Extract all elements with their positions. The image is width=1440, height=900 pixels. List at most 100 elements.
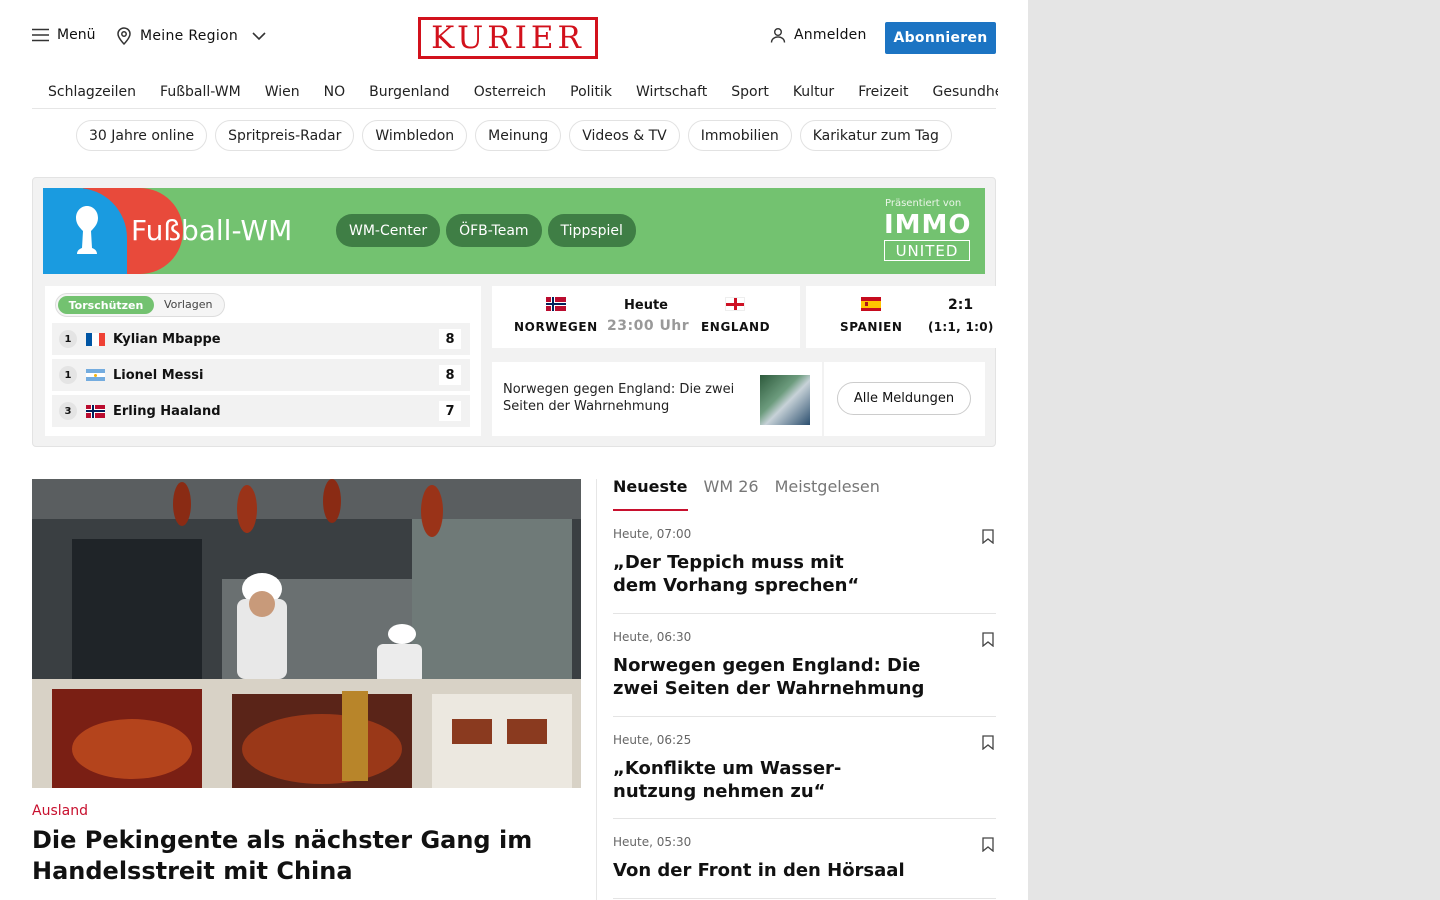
item-time: Heute, 06:25 [613, 733, 692, 747]
sponsor-label: Präsentiert von [885, 198, 962, 209]
scorers-toggle[interactable]: Torschützen Vorlagen [55, 293, 225, 317]
pill-karikatur[interactable]: Karikatur zum Tag [799, 120, 952, 151]
tab-oefb-team[interactable]: ÖFB-Team [446, 214, 542, 247]
norway-flag [86, 404, 105, 418]
subscribe-button[interactable]: Abonnieren [885, 22, 996, 54]
hamburger-icon [32, 28, 49, 42]
match-time: 23:00 Uhr [607, 318, 690, 334]
nav-item-politik[interactable]: Politik [570, 84, 612, 104]
login-button[interactable]: Anmelden [770, 27, 867, 43]
logo-text: KURIER [431, 20, 585, 56]
column-divider [596, 479, 597, 900]
region-selector[interactable]: Meine Region [116, 27, 266, 45]
list-item[interactable]: Heute, 05:30 Von der Front in den Hörsaa… [613, 835, 996, 882]
pill-30-jahre-online[interactable]: 30 Jahre online [76, 120, 208, 151]
toggle-torschuetzen[interactable]: Torschützen [58, 296, 154, 314]
tab-meistgelesen[interactable]: Meistgelesen [775, 477, 880, 496]
nav-item-kultur[interactable]: Kultur [793, 84, 834, 104]
scorer-goals: 8 [439, 365, 461, 385]
wm-title: Fußball-WM [131, 214, 293, 247]
main-headline[interactable]: Die Pekingente als nächster Gang im Hand… [32, 825, 581, 887]
match-score: 2:1 [948, 297, 974, 313]
main-story-image[interactable] [32, 479, 581, 788]
match-card[interactable]: SPANIEN 2:1 (1:1, 1:0) [806, 286, 996, 348]
page: Menü Meine Region KURIER Anmelden Abonni… [0, 0, 1028, 900]
pill-meinung[interactable]: Meinung [475, 120, 562, 151]
scorer-row[interactable]: 3 Erling Haaland 7 [52, 395, 470, 427]
scorer-name: Lionel Messi [113, 367, 204, 383]
all-news-button[interactable]: Alle Meldungen [837, 382, 971, 415]
tab-wm26[interactable]: WM 26 [704, 477, 759, 496]
tab-wm-center[interactable]: WM-Center [336, 214, 441, 247]
team-home: NORWEGEN [514, 320, 598, 334]
wm-news-item[interactable]: Norwegen gegen England: Die zwei Seiten … [492, 362, 822, 436]
scorer-rank: 1 [59, 330, 77, 348]
wm-news-thumbnail [760, 375, 810, 425]
scorer-rank: 1 [59, 366, 77, 384]
topic-pills: 30 Jahre online Spritpreis-Radar Wimbled… [76, 120, 952, 151]
bookmark-icon[interactable] [982, 837, 994, 852]
menu-button[interactable]: Menü [32, 27, 95, 43]
list-item[interactable]: Heute, 07:00 „Der Teppich muss mit dem V… [613, 527, 996, 597]
menu-label: Menü [57, 27, 96, 43]
nav-item-freizeit[interactable]: Freizeit [858, 84, 908, 104]
item-time: Heute, 06:30 [613, 630, 692, 644]
team-away: ENGLAND [701, 320, 771, 334]
scorer-name: Kylian Mbappe [113, 331, 221, 347]
wm-banner[interactable]: Fußball-WM WM-Center ÖFB-Team Tippspiel … [43, 188, 985, 274]
nav-item-sport[interactable]: Sport [731, 84, 769, 104]
nav-item-gesundheit[interactable]: Gesundheit [933, 84, 998, 104]
nav-item-wien[interactable]: Wien [265, 84, 300, 104]
item-title: Norwegen gegen England: Die zwei Seiten … [613, 655, 925, 699]
scorer-row[interactable]: 1 Kylian Mbappe 8 [52, 323, 470, 355]
bookmark-icon[interactable] [982, 735, 994, 750]
match-halftime-score: (1:1, 1:0) [928, 320, 994, 334]
match-card[interactable]: NORWEGEN Heute 23:00 Uhr ENGLAND [492, 286, 800, 348]
nav-item-burgenland[interactable]: Burgenland [369, 84, 450, 104]
ad-sidebar [1028, 0, 1440, 900]
nav-item-oesterreich[interactable]: Österreich [474, 84, 546, 104]
kitchen-photo [32, 479, 581, 788]
bookmark-icon[interactable] [982, 529, 994, 544]
divider [613, 818, 996, 819]
nav-item-fussball-wm[interactable]: Fußball-WM [160, 84, 241, 104]
pill-spritpreis-radar[interactable]: Spritpreis-Radar [215, 120, 355, 151]
tab-tippspiel[interactable]: Tippspiel [547, 214, 636, 247]
norway-flag [546, 297, 566, 311]
england-flag [725, 297, 745, 311]
top-scorers-panel: Torschützen Vorlagen 1 Kylian Mbappe 8 1… [45, 286, 481, 436]
item-title: Von der Front in den Hörsaal [613, 860, 905, 881]
kurier-logo[interactable]: KURIER [418, 17, 598, 59]
divider [613, 898, 996, 899]
sponsor-logo-united: UNITED [884, 240, 970, 261]
top-bar: Menü Meine Region KURIER Anmelden Abonni… [32, 17, 996, 59]
news-tabs: Neueste WM 26 Meistgelesen [613, 477, 880, 496]
chevron-down-icon [252, 32, 266, 41]
scorer-row[interactable]: 1 Lionel Messi 8 [52, 359, 470, 391]
story-category[interactable]: Ausland [32, 803, 88, 819]
pill-videos-tv[interactable]: Videos & TV [569, 120, 680, 151]
team-home: SPANIEN [840, 320, 903, 334]
spain-flag [861, 297, 881, 311]
scorer-goals: 7 [439, 401, 461, 421]
main-nav: Schlagzeilen Fußball-WM Wien NÖ Burgenla… [48, 84, 998, 104]
trophy-icon [76, 206, 98, 254]
list-item[interactable]: Heute, 06:30 Norwegen gegen England: Die… [613, 630, 996, 700]
argentina-flag [86, 368, 105, 382]
location-pin-icon [117, 27, 131, 45]
pill-immobilien[interactable]: Immobilien [687, 120, 792, 151]
wm-tabs: WM-Center ÖFB-Team Tippspiel [336, 214, 636, 247]
tab-neueste[interactable]: Neueste [613, 477, 688, 496]
pill-wimbledon[interactable]: Wimbledon [362, 120, 468, 151]
toggle-vorlagen[interactable]: Vorlagen [164, 298, 212, 311]
active-tab-indicator [613, 509, 688, 511]
nav-item-wirtschaft[interactable]: Wirtschaft [636, 84, 707, 104]
list-item[interactable]: Heute, 06:25 „Konflikte um Wasser-nutzun… [613, 733, 996, 803]
item-time: Heute, 05:30 [613, 835, 692, 849]
item-title: „Konflikte um Wasser-nutzung nehmen zu“ [613, 758, 842, 802]
scorer-goals: 8 [439, 329, 461, 349]
bookmark-icon[interactable] [982, 632, 994, 647]
nav-item-noe[interactable]: NÖ [324, 84, 346, 104]
divider [613, 716, 996, 717]
nav-item-schlagzeilen[interactable]: Schlagzeilen [48, 84, 136, 104]
